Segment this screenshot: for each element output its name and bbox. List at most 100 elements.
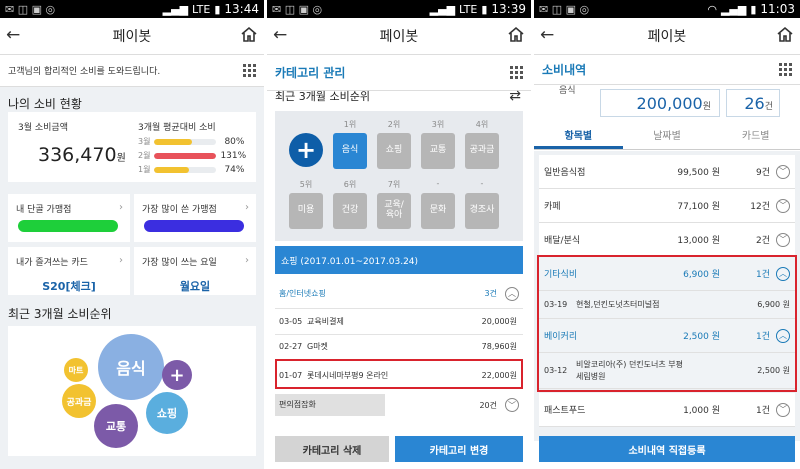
transaction-row[interactable]: 01-07 롯데시네마부평9 온라인 22,000원 — [275, 363, 523, 389]
total-amount: 200,000 — [636, 94, 703, 113]
register-spending-button[interactable]: 소비내역 직접등록 — [539, 436, 795, 462]
grid-menu-icon[interactable] — [779, 63, 792, 76]
category-row[interactable]: 카페 77,100 원 12건 ﹀ — [539, 189, 795, 223]
tile-top-store[interactable]: 가장 많이 쓴 가맹점 › — [134, 194, 256, 242]
chevron-down-icon[interactable]: ﹀ — [505, 398, 519, 412]
tx-date: 03-19 — [544, 300, 568, 309]
bubble-mart[interactable]: 마트 — [64, 358, 88, 382]
status-bar: ✉ ◫ ▣ ◎ ▂▄▆ LTE ▮ 13:44 — [0, 0, 264, 18]
group-name: 홈/인터넷쇼핑 — [279, 289, 326, 298]
home-icon[interactable] — [240, 26, 258, 46]
wifi-icon: ◠ — [707, 2, 717, 16]
group-name: 편의점잡화 — [275, 394, 385, 416]
tile-label: 가장 많이 쓴 가맹점 — [142, 205, 217, 215]
category-row[interactable]: 패스트푸드 1,000 원 1건 ﹀ — [539, 393, 795, 427]
home-icon[interactable] — [776, 26, 794, 46]
bubble-shopping[interactable]: 쇼핑 — [146, 392, 188, 434]
bar-pct: 80% — [224, 136, 245, 147]
sub-transaction-row[interactable]: 03-12 비알코리아(주) 던킨도너츠 부평 세림병원 2,500 원 — [539, 353, 795, 389]
rank-label: - — [436, 179, 440, 188]
row-count: 1건 — [755, 332, 770, 342]
avg-bar-row: 1월 74% — [138, 164, 244, 175]
rank-label: 2위 — [387, 120, 401, 129]
tile-value: 월요일 — [179, 280, 211, 293]
group-row-bakery[interactable]: 베이커리 2,500 원 1건 ︿ — [539, 319, 795, 353]
row-count: 9건 — [755, 168, 770, 178]
delete-category-button[interactable]: 카테고리 삭제 — [275, 436, 389, 462]
row-count: 1건 — [755, 406, 770, 416]
tab-by-date[interactable]: 날짜별 — [623, 124, 712, 149]
spend-summary-card[interactable]: 3월 소비금액 336,470원 3개월 평균대비 소비 3월 80% 2월 13… — [8, 112, 256, 182]
bubble-utilities[interactable]: 공과금 — [62, 384, 96, 418]
group-row-other-food[interactable]: 기타식비 6,900 원 1건 ︿ — [539, 257, 795, 291]
transaction-row[interactable]: 03-05 교육비결제 20,000원 — [275, 309, 523, 335]
grid-menu-icon[interactable] — [243, 64, 256, 77]
bar-pct: 131% — [220, 150, 247, 161]
back-arrow-icon[interactable]: ← — [6, 25, 20, 45]
tx-date: 02-27 — [279, 342, 303, 351]
category-8[interactable]: 경조사 — [465, 193, 499, 229]
group-header[interactable]: 편의점잡화 20건 ﹀ — [275, 392, 523, 418]
app-header: ← 페이봇 — [267, 18, 531, 55]
avg-bar-row: 2월 131% — [138, 150, 247, 161]
chevron-down-icon[interactable]: ﹀ — [776, 198, 790, 213]
category-row[interactable]: 일반음식점 99,500 원 9건 ﹀ — [539, 155, 795, 189]
chevron-down-icon[interactable]: ﹀ — [776, 402, 790, 417]
tx-amount: 20,000원 — [481, 317, 517, 326]
row-amount: 6,900 원 — [683, 270, 720, 280]
add-category-icon[interactable]: + — [162, 360, 192, 390]
change-category-button[interactable]: 카테고리 변경 — [395, 436, 523, 462]
transaction-row[interactable]: 02-27 G마켓 78,960원 — [275, 334, 523, 360]
chevron-up-icon[interactable]: ︿ — [776, 328, 790, 343]
tx-date: 03-12 — [544, 366, 568, 375]
tab-by-item[interactable]: 항목별 — [534, 124, 623, 149]
back-arrow-icon[interactable]: ← — [540, 25, 554, 45]
app-title: 페이봇 — [379, 29, 419, 45]
tile-top-weekday[interactable]: 가장 많이 쓰는 요일 › 월요일 — [134, 247, 256, 295]
panel-category-management: ✉ ◫ ▣ ◎ ▂▄▆ LTE ▮ 13:39 ← 페이봇 카테고리 관리 최근 3개… — [267, 0, 531, 469]
tx-date: 03-05 — [279, 317, 303, 326]
clock: 13:39 — [491, 2, 526, 16]
category-row[interactable]: 배달/분식 13,000 원 2건 ﹀ — [539, 223, 795, 257]
redacted-store — [18, 220, 118, 232]
category-4[interactable]: 미용 — [289, 193, 323, 229]
sub-transaction-row[interactable]: 03-19 현철,던킨도넛츠터미널점 6,900 원 — [539, 291, 795, 319]
bar-fill — [154, 138, 193, 145]
tile-favorite-store[interactable]: 내 단골 가맹점 › — [8, 194, 130, 242]
swap-arrows-icon[interactable]: ⇄ — [509, 88, 521, 104]
group-header[interactable]: 홈/인터넷쇼핑 3건 ︿ — [275, 279, 523, 309]
back-arrow-icon[interactable]: ← — [273, 25, 287, 45]
battery-icon: ▮ — [481, 2, 488, 16]
tile-favorite-card[interactable]: 내가 즐겨쓰는 카드 › S20[체크] — [8, 247, 130, 295]
tab-by-card[interactable]: 카드별 — [711, 124, 800, 149]
tx-amount: 6,900 원 — [757, 300, 790, 309]
category-0[interactable]: 음식 — [333, 133, 367, 169]
battery-icon: ▮ — [750, 2, 757, 16]
chevron-down-icon[interactable]: ﹀ — [776, 232, 790, 247]
category-1[interactable]: 쇼핑 — [377, 133, 411, 169]
chevron-up-icon[interactable]: ︿ — [505, 286, 519, 301]
bubble-traffic[interactable]: 교통 — [94, 404, 138, 448]
app-header: ← 페이봇 — [0, 18, 264, 55]
home-icon[interactable] — [507, 26, 525, 46]
add-category-button[interactable]: + — [289, 133, 323, 167]
chevron-down-icon[interactable]: ﹀ — [776, 164, 790, 179]
battery-icon: ▮ — [214, 2, 221, 16]
rank-label: 1위 — [343, 120, 357, 129]
category-2[interactable]: 교통 — [421, 133, 455, 169]
chevron-right-icon: › — [119, 202, 123, 213]
chevron-right-icon: › — [245, 202, 249, 213]
category-7[interactable]: 문화 — [421, 193, 455, 229]
bubble-food[interactable]: 음식 — [98, 334, 164, 400]
grid-menu-icon[interactable] — [510, 66, 523, 79]
category-5[interactable]: 건강 — [333, 193, 367, 229]
subtitle: 고객님의 합리적인 소비를 도와드립니다. — [8, 67, 161, 77]
category-3[interactable]: 공과금 — [465, 133, 499, 169]
chevron-up-icon[interactable]: ︿ — [776, 266, 790, 281]
bar-month: 3월 — [138, 137, 151, 146]
redacted-store — [144, 220, 244, 232]
category-6[interactable]: 교육/ 육아 — [377, 193, 411, 229]
avg-bars: 3월 80% 2월 131% 1월 74% — [138, 136, 247, 178]
bar-pct: 74% — [224, 164, 245, 175]
tx-name: 롯데시네마부평9 온라인 — [307, 371, 389, 380]
